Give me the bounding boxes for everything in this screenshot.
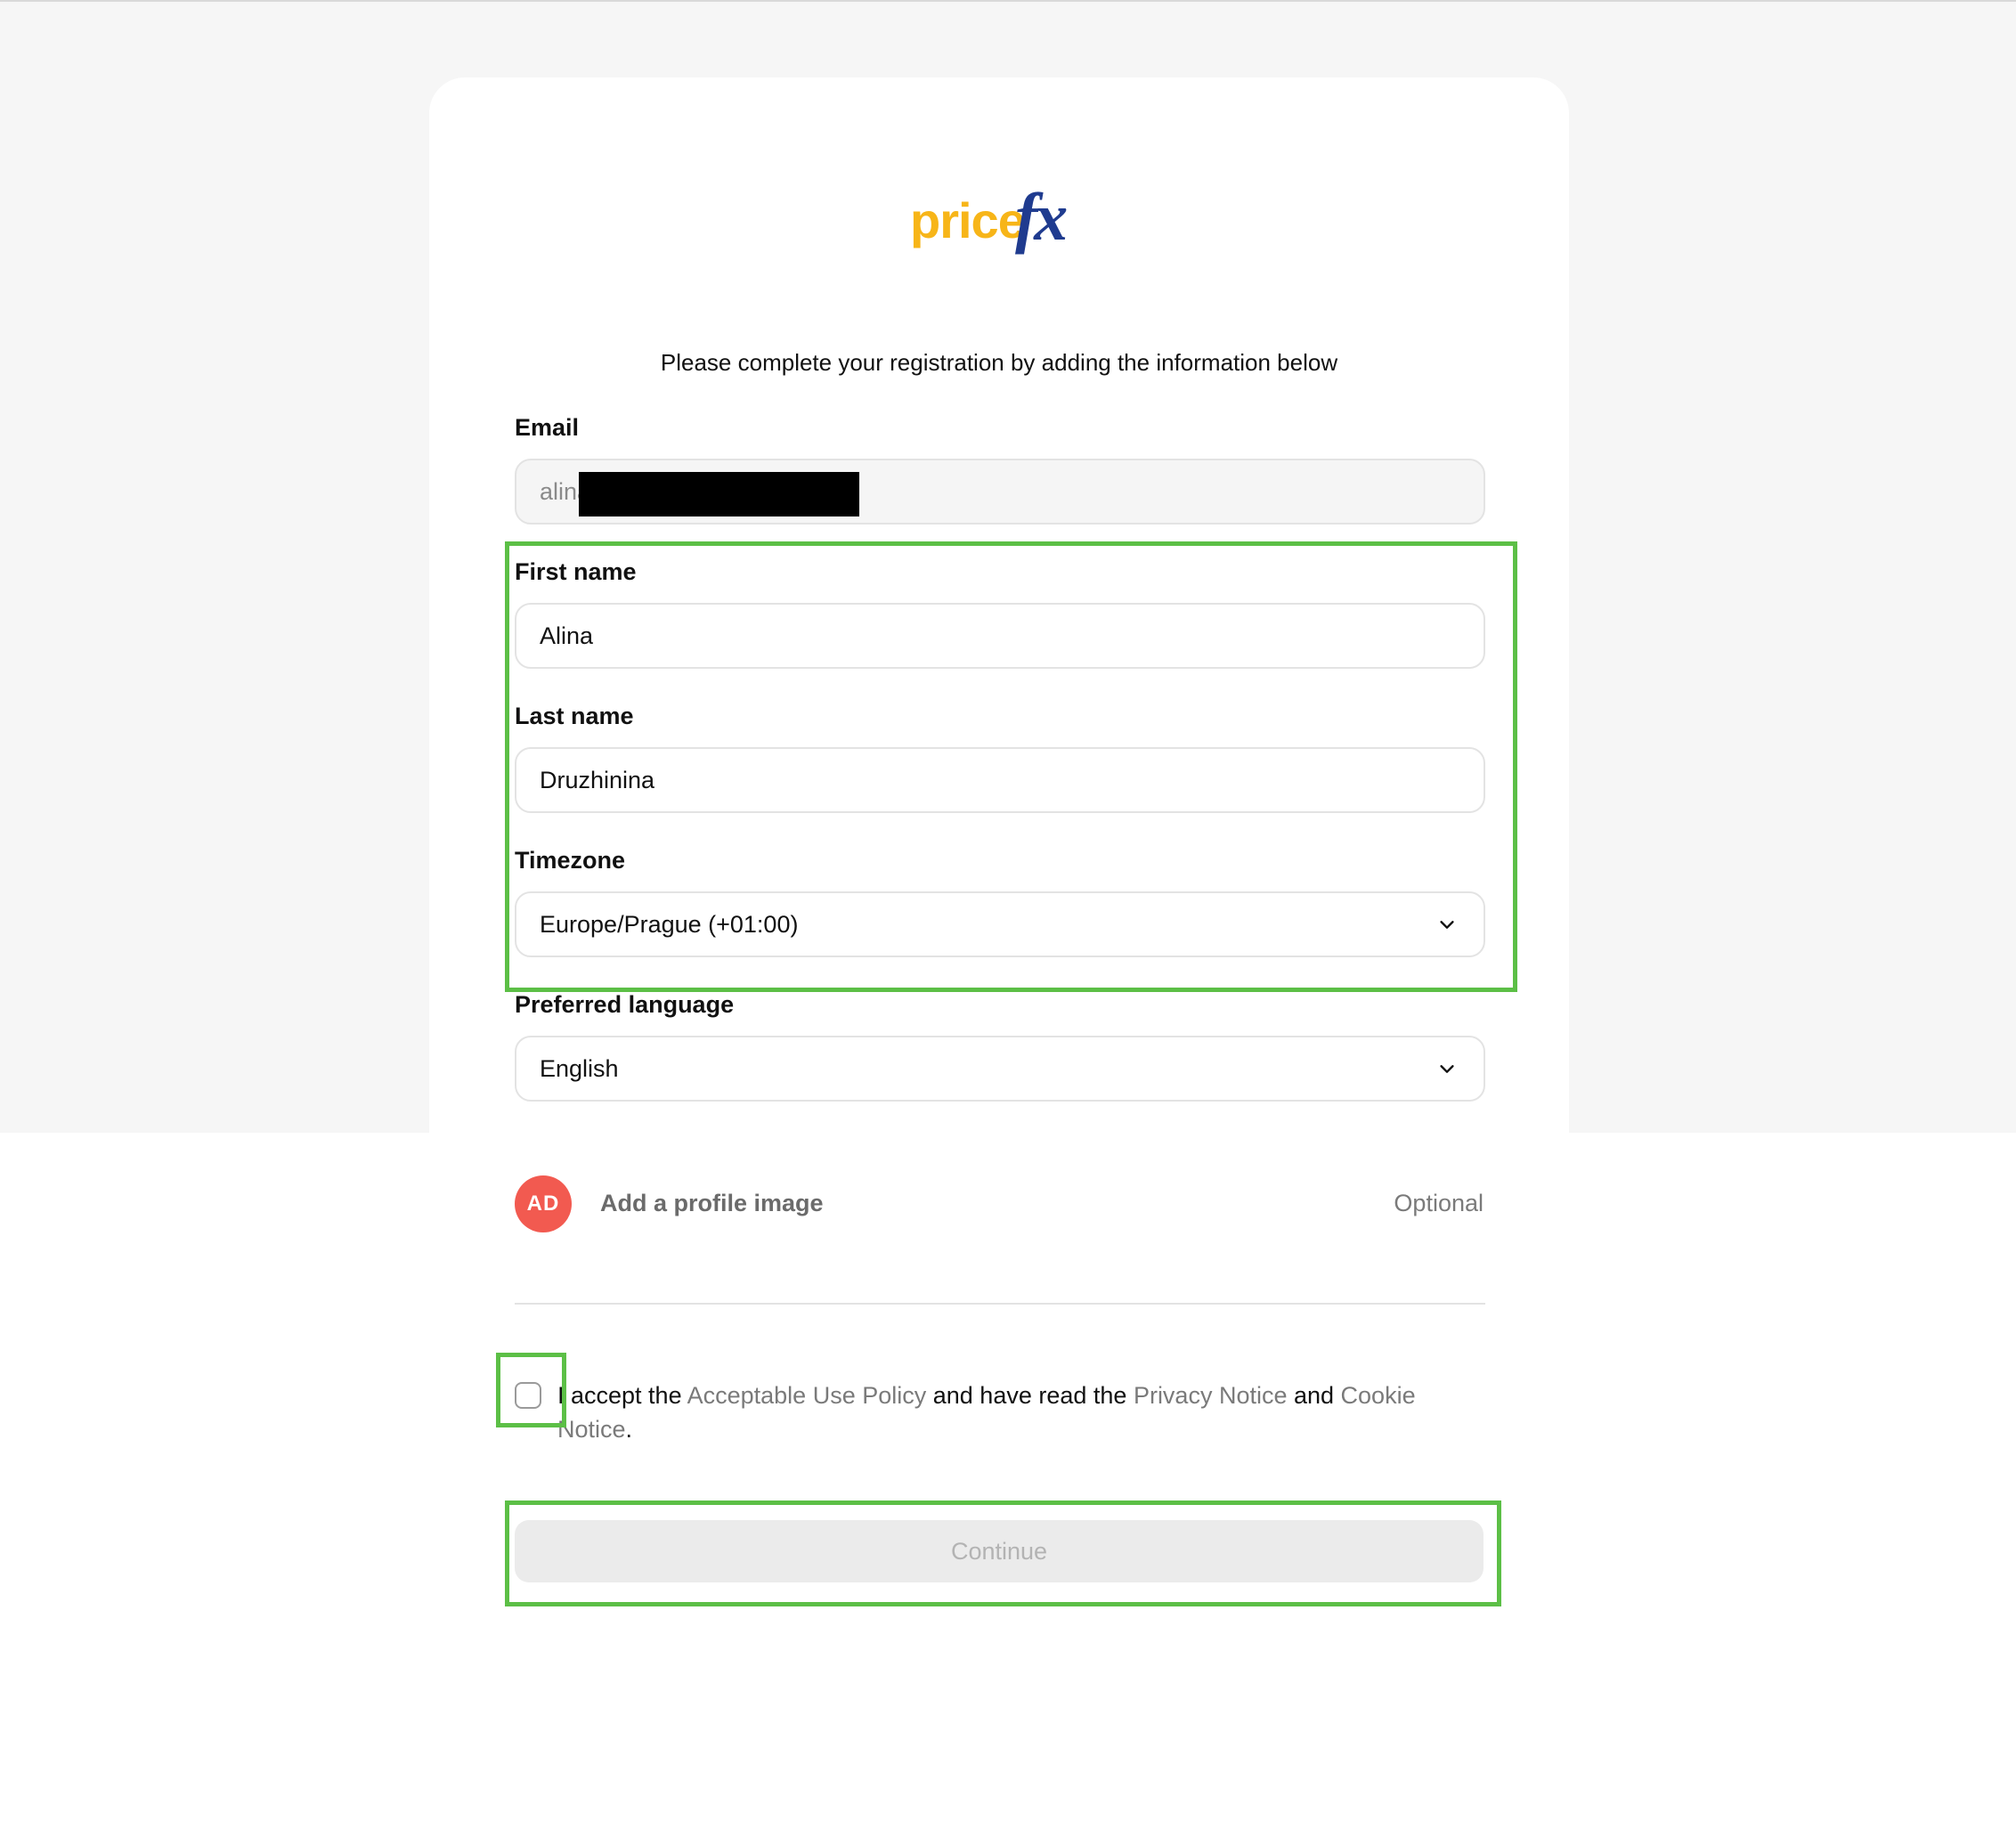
first-name-input[interactable]: Alina	[515, 603, 1485, 669]
logo-fx-text: fx	[1015, 180, 1068, 255]
accept-terms-checkbox[interactable]	[515, 1382, 541, 1409]
redaction-block	[579, 472, 859, 516]
last-name-value: Druzhinina	[540, 766, 655, 793]
continue-button[interactable]: Continue	[515, 1520, 1484, 1582]
last-name-label: Last name	[515, 703, 634, 729]
add-profile-image-link[interactable]: Add a profile image	[600, 1190, 824, 1217]
continue-label: Continue	[950, 1537, 1048, 1565]
terms-text: I accept the Acceptable Use Policy and h…	[557, 1378, 1448, 1446]
language-value: English	[540, 1054, 619, 1082]
terms-text-2: and have read the	[926, 1382, 1134, 1409]
language-label: Preferred language	[515, 991, 735, 1018]
chevron-down-icon	[1440, 921, 1454, 929]
first-name-label: First name	[515, 558, 637, 585]
optional-label: Optional	[1394, 1190, 1484, 1216]
language-select[interactable]: English	[515, 1036, 1485, 1102]
chevron-down-icon	[1440, 1065, 1454, 1073]
registration-card	[429, 77, 1569, 1324]
acceptable-use-policy-link[interactable]: Acceptable Use Policy	[687, 1382, 927, 1409]
email-label: Email	[515, 414, 580, 441]
terms-text-3: and	[1287, 1382, 1341, 1409]
terms-text-1: I accept the	[557, 1382, 687, 1409]
timezone-value: Europe/Prague (+01:00)	[540, 910, 799, 938]
avatar-initials: AD	[526, 1191, 560, 1216]
intro-text: Please complete your registration by add…	[660, 349, 1338, 376]
logo-price-text: price	[910, 192, 1026, 248]
first-name-value: Alina	[540, 622, 594, 649]
avatar[interactable]: AD	[515, 1175, 572, 1232]
divider	[515, 1303, 1485, 1305]
terms-text-4: .	[625, 1416, 633, 1443]
timezone-label: Timezone	[515, 847, 626, 874]
pricefx-logo: price fx	[910, 180, 1068, 263]
last-name-input[interactable]: Druzhinina	[515, 747, 1485, 813]
privacy-notice-link[interactable]: Privacy Notice	[1134, 1382, 1288, 1409]
timezone-select[interactable]: Europe/Prague (+01:00)	[515, 891, 1485, 957]
